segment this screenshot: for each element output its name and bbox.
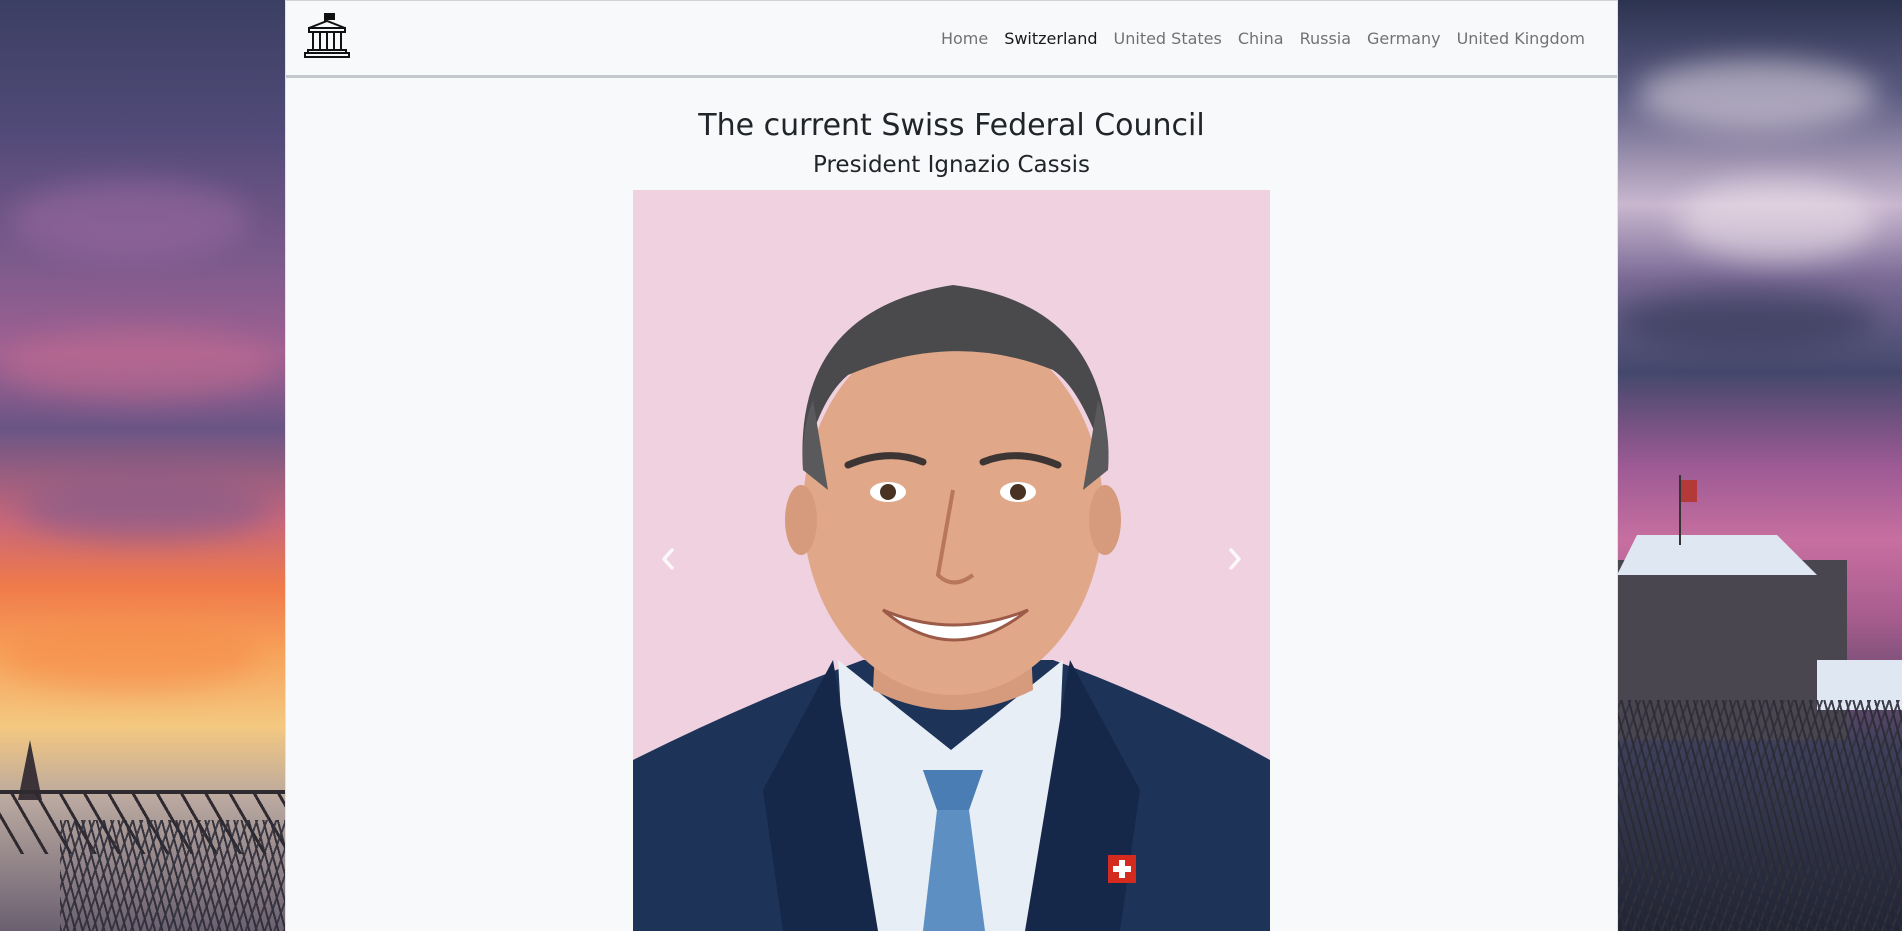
navbar-brand[interactable]: [302, 13, 352, 63]
nav-link-home[interactable]: Home: [933, 21, 996, 56]
portrait-image: [633, 190, 1270, 931]
government-building-icon: [303, 12, 351, 64]
nav-link-russia[interactable]: Russia: [1292, 21, 1359, 56]
nav-link-china[interactable]: China: [1230, 21, 1292, 56]
chevron-left-icon: [660, 547, 676, 575]
page-subtitle: President Ignazio Cassis: [813, 152, 1090, 178]
chevron-right-icon: [1227, 547, 1243, 575]
nav-links: Home Switzerland United States China Rus…: [933, 21, 1593, 56]
nav-link-united-kingdom[interactable]: United Kingdom: [1449, 21, 1593, 56]
carousel: [633, 190, 1270, 931]
nav-link-germany[interactable]: Germany: [1359, 21, 1449, 56]
carousel-next-button[interactable]: [1200, 190, 1270, 931]
navbar: Home Switzerland United States China Rus…: [286, 0, 1617, 78]
carousel-prev-button[interactable]: [633, 190, 703, 931]
background-image-right: [1617, 0, 1902, 931]
page-title: The current Swiss Federal Council: [698, 108, 1205, 143]
nav-link-switzerland[interactable]: Switzerland: [996, 21, 1105, 56]
nav-link-united-states[interactable]: United States: [1106, 21, 1230, 56]
main-container: Home Switzerland United States China Rus…: [285, 0, 1618, 931]
